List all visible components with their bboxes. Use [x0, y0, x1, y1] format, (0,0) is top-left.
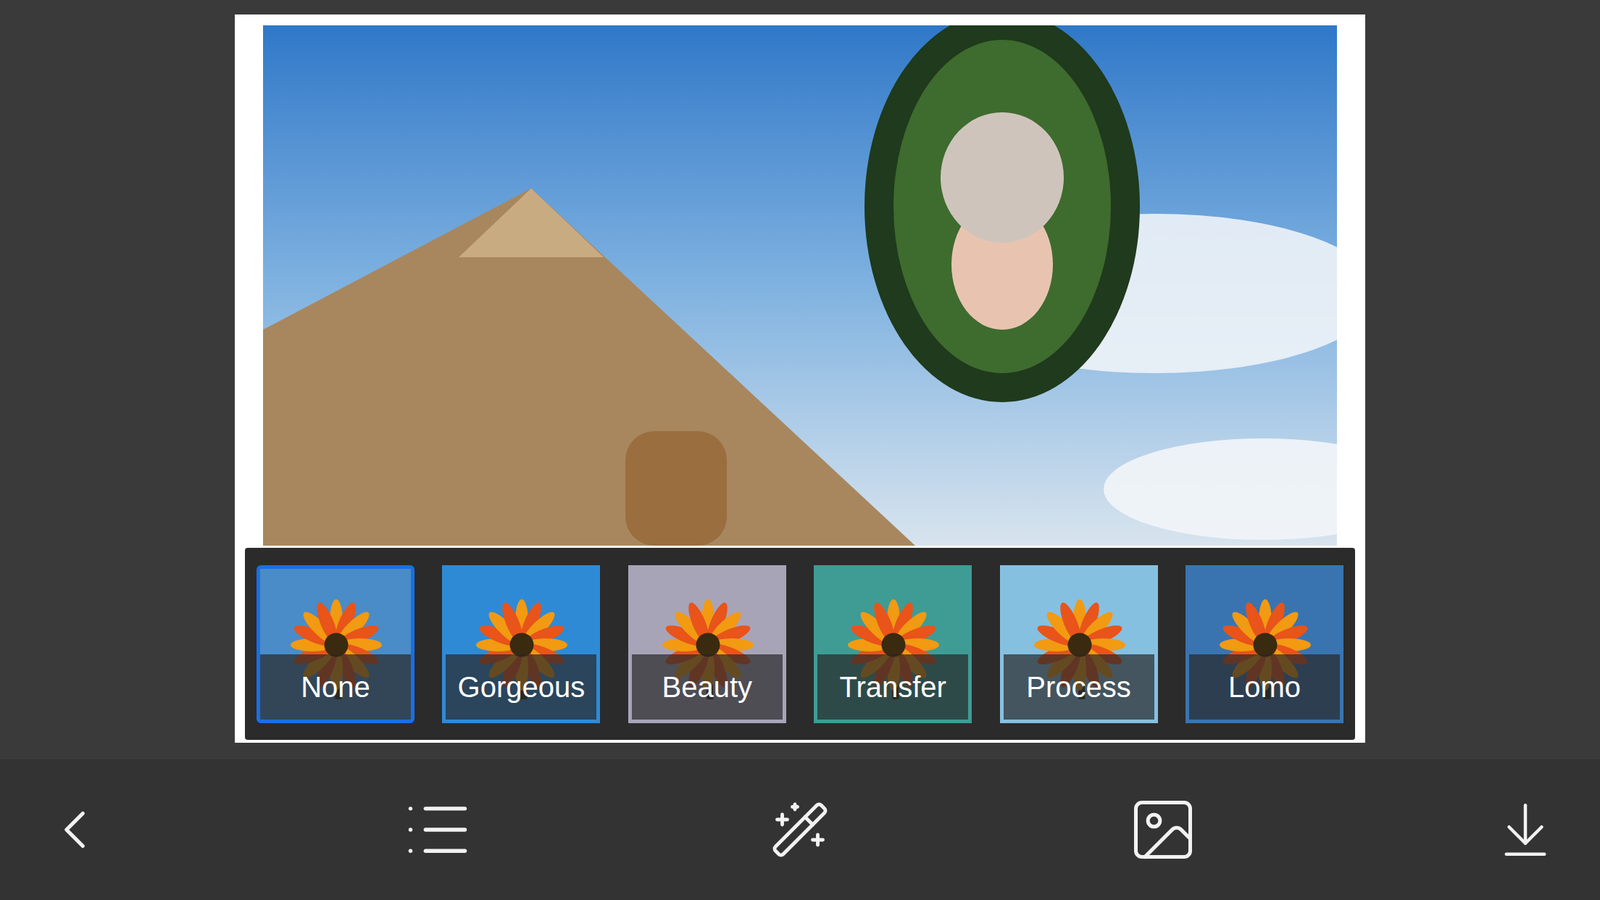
filter-thumbnail[interactable]: Process: [1000, 565, 1158, 724]
filter-label-band: Beauty: [631, 654, 783, 720]
filter-label: Transfer: [839, 672, 946, 702]
filter-strip: None Gorgeous Beauty Transfer Process Lomo: [244, 547, 1356, 740]
filter-label: None: [300, 672, 371, 702]
magic-wand-icon: [769, 799, 831, 861]
filter-label-band: Transfer: [817, 654, 969, 720]
image-icon: [1126, 793, 1200, 866]
filter-thumbnail[interactable]: Transfer: [813, 565, 972, 724]
filter-thumbnail[interactable]: Beauty: [628, 565, 787, 724]
filter-thumbnail[interactable]: Gorgeous: [442, 565, 600, 724]
gallery-button[interactable]: [1123, 797, 1203, 863]
filter-thumbnail[interactable]: None: [256, 565, 415, 724]
photo: [263, 25, 1337, 546]
list-icon: [401, 793, 474, 866]
download-button[interactable]: [1492, 793, 1558, 866]
effects-button[interactable]: [767, 797, 833, 863]
filter-label: Process: [1026, 672, 1132, 702]
chevron-left-icon: [42, 797, 108, 863]
editor-area: None Gorgeous Beauty Transfer Process Lomo: [0, 0, 1600, 760]
pyramid-icon: [263, 25, 1337, 546]
filter-label: Lomo: [1228, 672, 1301, 702]
download-icon: [1492, 794, 1558, 865]
bottom-toolbar: [0, 759, 1600, 900]
app: None Gorgeous Beauty Transfer Process Lomo: [0, 0, 1600, 900]
filter-label: Gorgeous: [457, 672, 586, 702]
back-button[interactable]: [42, 797, 108, 863]
menu-button[interactable]: [397, 797, 478, 863]
filter-label: Beauty: [662, 672, 753, 702]
filter-thumbnail[interactable]: Lomo: [1185, 565, 1344, 724]
filter-label-band: None: [260, 654, 411, 720]
filter-label-band: Lomo: [1189, 654, 1340, 720]
filter-label-band: Process: [1003, 654, 1155, 720]
filter-label-band: Gorgeous: [445, 654, 597, 720]
photo-card: None Gorgeous Beauty Transfer Process Lomo: [234, 14, 1366, 743]
